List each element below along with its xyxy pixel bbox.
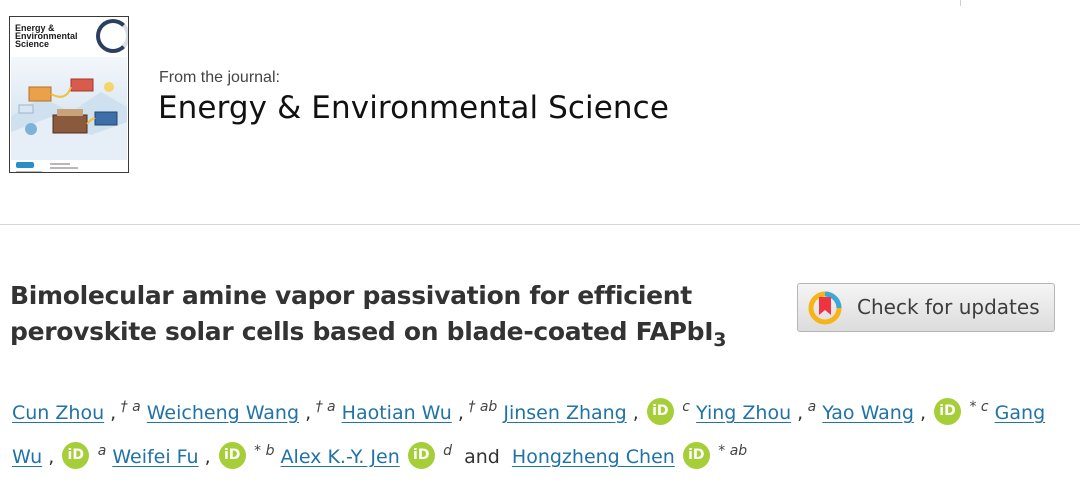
cover-footer-line: [16, 171, 42, 172]
article-title-subscript: 3: [713, 329, 727, 351]
author-affiliation-marks: † ab: [463, 399, 498, 415]
author-affiliation-marks: d: [438, 443, 453, 459]
journal-cover-image[interactable]: Energy & Environmental Science: [9, 16, 129, 173]
author-separator: ,: [299, 402, 312, 424]
author-link[interactable]: Weicheng Wang: [147, 402, 299, 424]
author-affiliation-marks: * c: [965, 399, 989, 415]
orcid-icon-text: iD: [223, 447, 241, 463]
orcid-icon-text: iD: [67, 447, 84, 463]
author-conjunction: and: [464, 446, 500, 468]
cover-footer-line: [50, 167, 78, 169]
author-link[interactable]: Yao Wang: [822, 402, 914, 424]
orcid-icon[interactable]: iD: [218, 442, 246, 469]
header-divider: [960, 0, 961, 6]
article-title: Bimolecular amine vapor passivation for …: [10, 278, 770, 350]
article-page: Energy & Environmental Science From the …: [0, 0, 1080, 485]
publisher-logo-icon: [16, 162, 34, 168]
cover-title: Energy & Environmental Science: [15, 23, 78, 49]
orcid-icon[interactable]: iD: [682, 442, 710, 469]
article-title-text: Bimolecular amine vapor passivation for …: [10, 281, 714, 346]
orcid-icon-text: iD: [652, 403, 669, 419]
journal-name-link[interactable]: Energy & Environmental Science: [158, 90, 669, 126]
author-affiliation-marks: † a: [311, 399, 336, 415]
author-separator: ,: [451, 402, 464, 424]
orcid-icon-text: iD: [688, 447, 705, 463]
orcid-icon[interactable]: iD: [646, 398, 674, 425]
author-affiliation-marks: a: [93, 443, 107, 459]
author-separator: ,: [198, 446, 211, 468]
author-link[interactable]: Weifei Fu: [112, 446, 198, 468]
author-separator: ,: [791, 402, 804, 424]
author-separator: ,: [42, 446, 55, 468]
author-link[interactable]: Ying Zhou: [696, 402, 791, 424]
crossmark-icon: [808, 291, 842, 325]
author-affiliation-marks: * b: [249, 443, 275, 459]
author-link[interactable]: Alex K.-Y. Jen: [281, 446, 400, 468]
author-link[interactable]: Cun Zhou: [12, 402, 104, 424]
author-affiliation-marks: a: [803, 399, 817, 415]
author-list: Cun Zhou , † a Weicheng Wang , † a Haoti…: [12, 391, 1072, 479]
cover-footer-line: [50, 163, 70, 165]
author-affiliation-marks: * ab: [713, 443, 748, 459]
journal-header: Energy & Environmental Science From the …: [0, 0, 1080, 225]
author-affiliation-marks: † a: [116, 399, 141, 415]
author-separator: ,: [913, 402, 927, 424]
author-separator: ,: [626, 402, 639, 424]
cover-artwork: [11, 57, 127, 160]
cover-ring-graphic: [96, 19, 128, 53]
journal-from-label: From the journal:: [159, 69, 280, 86]
check-for-updates-button[interactable]: Check for updates: [797, 283, 1055, 332]
author-separator: ,: [104, 402, 117, 424]
orcid-icon-text: iD: [413, 447, 430, 463]
orcid-icon-text: iD: [939, 403, 956, 419]
orcid-icon[interactable]: iD: [934, 398, 962, 425]
author-link[interactable]: Hongzheng Chen: [512, 446, 675, 468]
check-for-updates-label: Check for updates: [857, 295, 1040, 319]
author-link[interactable]: Haotian Wu: [342, 402, 452, 424]
author-link[interactable]: Jinsen Zhang: [503, 402, 626, 424]
author-affiliation-marks: c: [677, 399, 690, 415]
orcid-icon[interactable]: iD: [62, 442, 90, 469]
orcid-icon[interactable]: iD: [407, 442, 435, 469]
